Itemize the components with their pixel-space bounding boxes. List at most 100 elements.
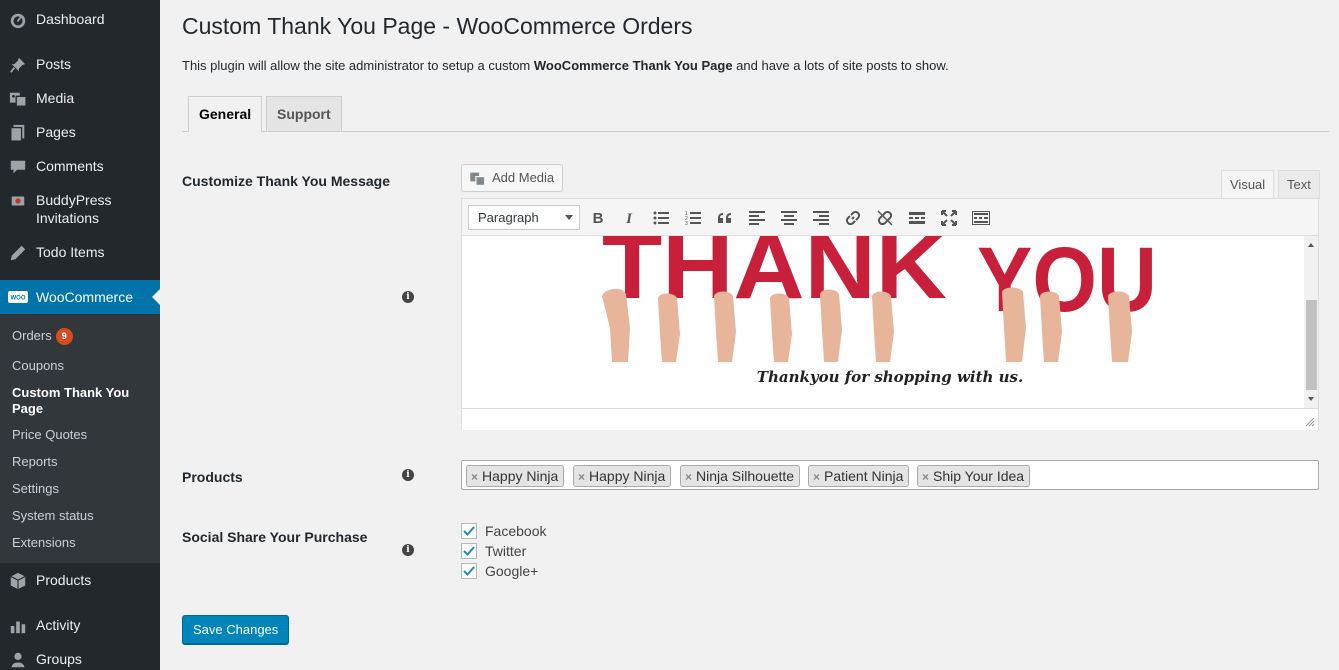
thank-you-message-label: Customize Thank You Message [182,173,390,189]
menu-item-dashboard[interactable]: Dashboard [0,10,160,29]
svg-text:I: I [625,211,633,226]
bold-icon[interactable]: B [588,208,608,228]
product-chip-label: Ship Your Idea [933,468,1025,484]
menu-label: Todo Items [36,244,105,260]
submenu-item-extensions[interactable]: Extensions [12,535,76,551]
google-plus-checkbox[interactable] [461,563,477,579]
checkmark-icon [463,546,475,556]
product-chip: × Happy Ninja [573,465,672,487]
menu-item-posts[interactable]: Posts [0,55,160,74]
editor-toolbar: Paragraph B I 123 [462,199,1318,236]
align-right-icon[interactable] [811,208,831,228]
link-icon[interactable] [843,208,863,228]
comments-icon [0,157,36,176]
intro-bold: WooCommerce Thank You Page [533,58,733,73]
menu-item-comments[interactable]: Comments [0,157,160,176]
menu-label: Groups [36,651,82,667]
checkmark-icon [463,566,475,576]
menu-label: Activity [36,617,81,633]
menu-item-groups[interactable]: Groups [0,650,160,669]
submenu-item-system-status[interactable]: System status [12,508,94,524]
bullet-list-icon[interactable] [651,208,671,228]
checkbox-label: Twitter [485,543,527,559]
submenu-item-reports[interactable]: Reports [12,454,58,470]
menu-label: Dashboard [36,11,105,27]
message-editor[interactable]: Paragraph B I 123 THANK YOU Thankyou for… [461,198,1319,430]
editor-tab-text[interactable]: Text [1278,170,1320,199]
facebook-checkbox[interactable] [461,523,477,539]
svg-text:3: 3 [685,221,688,225]
page-title: Custom Thank You Page - WooCommerce Orde… [182,13,693,39]
menu-label: Media [36,90,75,106]
toolbar-toggle-icon[interactable] [971,208,991,228]
save-changes-button[interactable]: Save Changes [182,615,290,644]
menu-item-todo-items[interactable]: Todo Items [0,243,160,262]
submenu-label: Orders [12,328,52,343]
italic-icon[interactable]: I [619,208,639,228]
info-icon[interactable]: i [402,469,414,481]
menu-item-activity[interactable]: Activity [0,616,160,635]
blockquote-icon[interactable] [715,208,735,228]
twitter-checkbox[interactable] [461,543,477,559]
page-description: This plugin will allow the site administ… [182,58,949,73]
admin-sidebar: Dashboard Posts Media Pages Comments Bud… [0,0,160,670]
fullscreen-icon[interactable] [939,208,959,228]
menu-label: Products [36,572,92,588]
submenu-item-settings[interactable]: Settings [12,481,59,497]
submenu-item-coupons[interactable]: Coupons [12,358,64,374]
product-chip-label: Happy Ninja [482,468,559,484]
svg-text:B: B [593,210,604,226]
remove-icon[interactable]: × [922,470,929,484]
product-chip: × Happy Ninja [466,465,565,487]
unlink-icon[interactable] [875,208,895,228]
products-label: Products [182,469,243,485]
product-chip: × Ninja Silhouette [680,465,801,487]
media-icon [0,89,36,108]
remove-icon[interactable]: × [685,470,692,484]
resize-handle-icon[interactable] [1305,417,1315,427]
orders-count-badge: 9 [55,328,73,346]
editor-content[interactable]: THANK YOU Thankyou for shopping with us. [462,236,1304,408]
menu-label: WooCommerce [36,289,133,305]
menu-item-pages[interactable]: Pages [0,123,160,142]
intro-text: This plugin will allow the site administ… [182,58,534,73]
align-center-icon[interactable] [779,208,799,228]
social-share-label: Social Share Your Purchase [182,529,368,545]
add-media-label: Add Media [492,170,555,185]
remove-icon[interactable]: × [471,470,478,484]
settings-tabs: General Support [182,96,1329,132]
products-select[interactable]: × Happy Ninja × Happy Ninja × Ninja Silhoue… [461,460,1319,490]
editor-tab-visual[interactable]: Visual [1221,170,1275,199]
intro-text-end: and have a lots of site posts to show. [732,58,949,73]
menu-item-products[interactable]: Products [0,571,160,590]
editor-statusbar [462,408,1318,430]
social-option-facebook: Facebook [461,523,546,539]
format-select[interactable]: Paragraph [468,205,580,230]
info-icon[interactable]: i [402,291,414,303]
info-icon[interactable]: i [402,544,414,556]
numbered-list-icon[interactable]: 123 [683,208,703,228]
scrollbar-thumb[interactable] [1306,300,1317,390]
woo-logo-text: WOO [11,295,26,301]
product-chip-label: Happy Ninja [589,468,666,484]
align-left-icon[interactable] [747,208,767,228]
checkbox-label: Facebook [485,523,547,539]
remove-icon[interactable]: × [813,470,820,484]
tab-support[interactable]: Support [266,96,342,132]
menu-item-media[interactable]: Media [0,89,160,108]
menu-item-woocommerce[interactable]: WOO WooCommerce [0,280,160,314]
checkmark-icon [463,526,475,536]
menu-item-buddypress-invitations[interactable]: BuddyPress Invitations [0,191,160,227]
format-select-value: Paragraph [478,210,539,225]
read-more-icon[interactable] [907,208,927,228]
submenu-item-orders[interactable]: Orders 9 [12,328,73,346]
menu-label: Posts [36,56,72,72]
submenu-item-custom-thank-you-page[interactable]: Custom Thank You Page [12,385,142,417]
social-option-google-plus: Google+ [461,563,538,579]
remove-icon[interactable]: × [578,470,585,484]
editor-scrollbar[interactable] [1304,236,1318,408]
add-media-button[interactable]: Add Media [461,164,564,192]
submenu-item-price-quotes[interactable]: Price Quotes [12,427,87,443]
tab-general[interactable]: General [188,96,263,132]
thank-you-image: THANK YOU [602,236,1157,362]
